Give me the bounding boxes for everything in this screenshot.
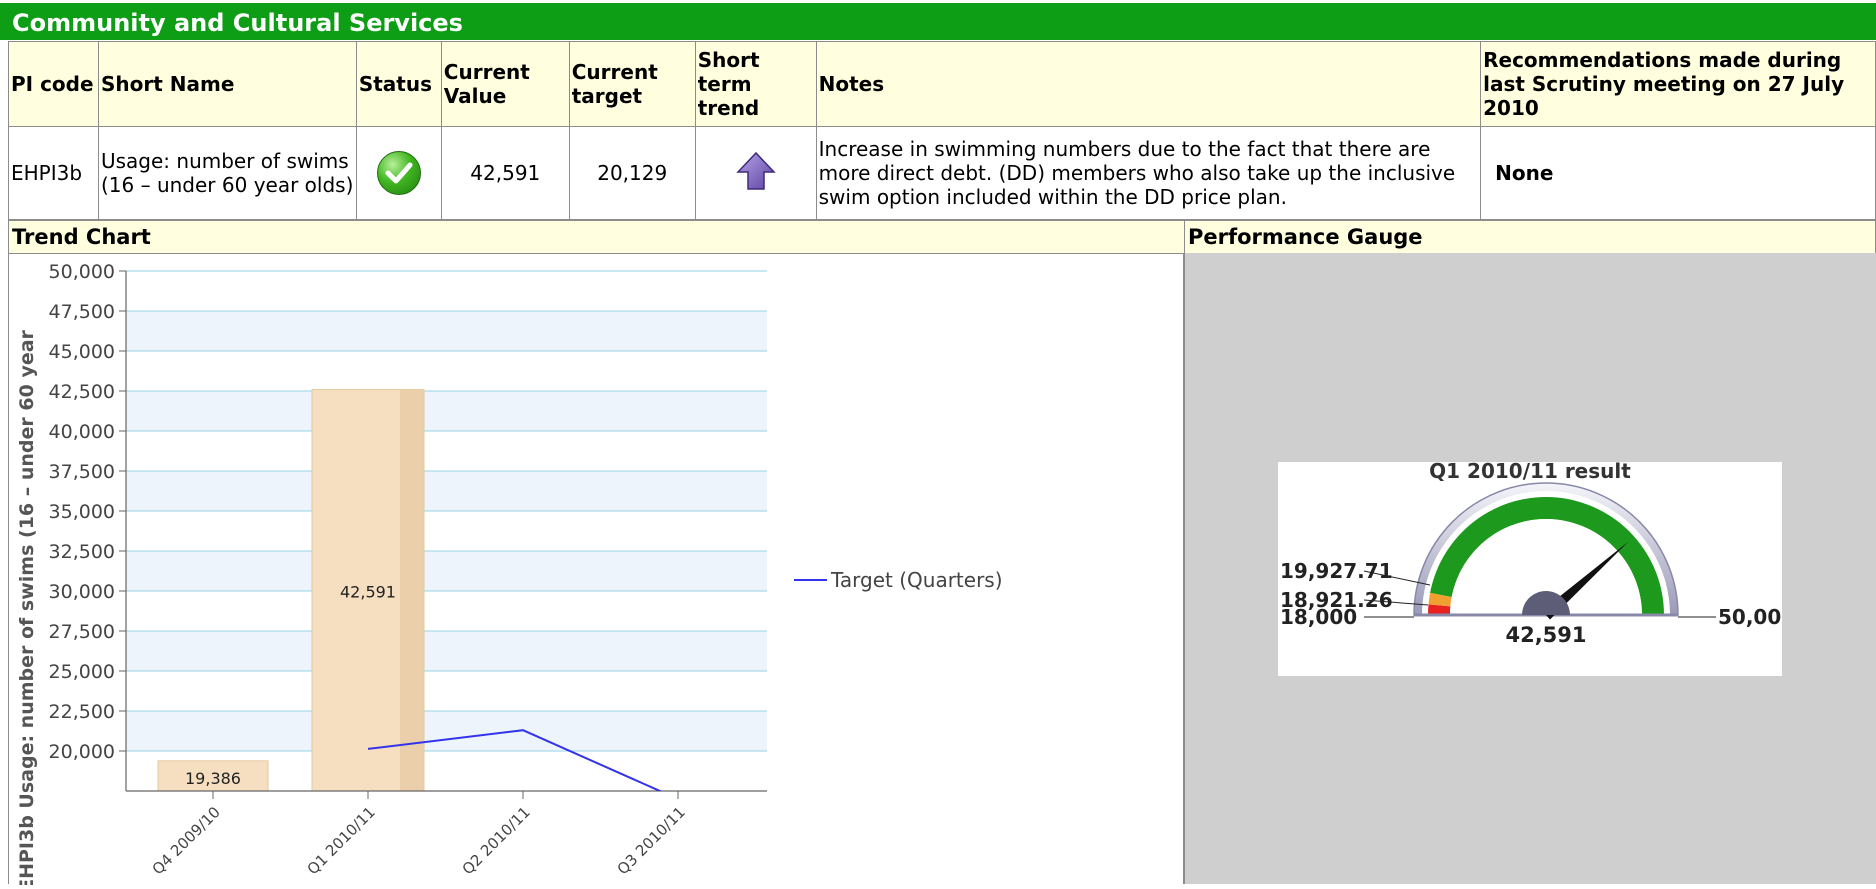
y-tick-label: 37,500 <box>49 461 115 483</box>
grid-band <box>126 551 767 591</box>
y-tick-label: 40,000 <box>49 421 115 443</box>
bar-value-label: 19,386 <box>185 769 241 788</box>
cell-pi-code: EHPI3b <box>8 126 99 220</box>
cell-notes: Increase in swimming numbers due to the … <box>815 126 1482 220</box>
trend-chart-header: Trend Chart <box>8 220 1185 254</box>
y-tick-label: 25,000 <box>49 661 115 683</box>
performance-gauge-header: Performance Gauge <box>1184 220 1876 254</box>
grid-band <box>126 631 767 671</box>
col-header-recommendations: Recommendations made during last Scrutin… <box>1480 41 1876 127</box>
cell-recommendations: None <box>1480 126 1876 220</box>
col-header-short-term-trend: Short term trend <box>694 41 817 127</box>
gauge-scale-label: 18,000 <box>1280 605 1357 629</box>
y-tick-label: 27,500 <box>49 621 115 643</box>
y-tick-label: 47,500 <box>49 301 115 323</box>
gauge-scale-label: 50,000 <box>1718 605 1782 629</box>
gauge-value-label: 42,591 <box>1505 623 1586 647</box>
grid-band <box>126 311 767 351</box>
green-check-icon <box>376 151 421 195</box>
recommendations-value: None <box>1495 161 1554 185</box>
cell-short-name: Usage: number of swims (16 – under 60 ye… <box>97 126 357 220</box>
grid-band <box>126 711 767 751</box>
y-tick-label: 20,000 <box>49 741 115 763</box>
col-header-status: Status <box>355 41 442 127</box>
up-arrow-icon <box>735 151 776 190</box>
cell-trend <box>694 126 817 220</box>
grid-band <box>126 391 767 431</box>
section-title: Community and Cultural Services <box>12 9 463 37</box>
y-axis-title: EHPI3b Usage: number of swims (16 – unde… <box>16 329 38 885</box>
performance-gauge-panel: Q1 2010/11 result 42,591 19,927.71 18,921.2… <box>1184 253 1876 884</box>
y-tick-label: 30,000 <box>49 581 115 603</box>
y-tick-label: 50,000 <box>49 261 115 283</box>
x-tick-label: Q2 2010/11 <box>459 803 534 878</box>
pi-table: PI code Short Name Status Current Value … <box>8 41 1876 220</box>
grid-band <box>126 471 767 511</box>
table-header-row: PI code Short Name Status Current Value … <box>8 41 1876 127</box>
trend-chart-title: Trend Chart <box>12 225 151 249</box>
y-tick-label: 32,500 <box>49 541 115 563</box>
col-header-pi-code: PI code <box>8 41 99 127</box>
legend-label: Target (Quarters) <box>830 568 1003 592</box>
gauge-title: Q1 2010/11 result <box>1429 462 1631 483</box>
col-header-notes: Notes <box>815 41 1482 127</box>
bar-shade <box>400 389 424 791</box>
y-tick-label: 42,500 <box>49 381 115 403</box>
cell-current-target: 20,129 <box>568 126 696 220</box>
gauge-chart: Q1 2010/11 result42,59119,927.7118,921.2… <box>1280 459 1795 647</box>
y-tick-label: 22,500 <box>49 701 115 723</box>
y-tick-label: 45,000 <box>49 341 115 363</box>
x-tick-label: Q3 2010/11 <box>614 803 689 878</box>
col-header-short-name: Short Name <box>97 41 357 127</box>
bar-value-label: 42,591 <box>340 582 396 601</box>
col-header-current-target: Current target <box>568 41 696 127</box>
performance-gauge-title: Performance Gauge <box>1188 225 1423 249</box>
cell-current-value: 42,591 <box>440 126 570 220</box>
cell-status <box>355 126 442 220</box>
trend-chart-panel: 20,000 22,500 25,000 27,500 30,000 32,500 35,0… <box>8 253 1184 889</box>
section-header: Community and Cultural Services <box>0 3 1876 40</box>
col-header-current-value: Current Value <box>440 41 570 127</box>
gauge-card: Q1 2010/11 result 42,591 19,927.71 18,921.2… <box>1278 459 1795 676</box>
table-row: EHPI3b Usage: number of swims (16 – unde… <box>8 126 1876 220</box>
x-tick-label: Q4 2009/10 <box>149 803 224 878</box>
gauge-scale-label: 19,927.71 <box>1280 559 1393 583</box>
x-tick-label: Q1 2010/11 <box>304 803 379 878</box>
trend-chart: 20,000 22,500 25,000 27,500 30,000 32,500 35,0… <box>16 261 1003 889</box>
y-tick-label: 35,000 <box>49 501 115 523</box>
